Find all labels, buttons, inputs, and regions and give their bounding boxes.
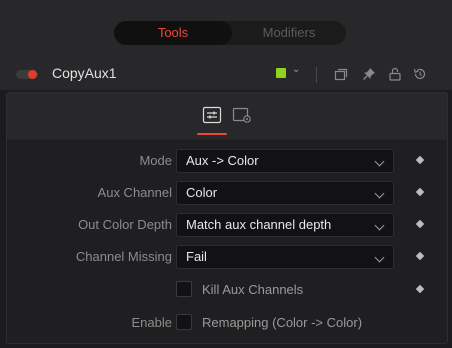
tab-tools[interactable]: Tools xyxy=(114,21,232,45)
aux-channel-dropdown[interactable]: Color xyxy=(176,181,394,205)
enable-remapping-checkbox[interactable] xyxy=(176,314,192,330)
aux-channel-row: Aux Channel Color xyxy=(7,181,447,205)
node-color-swatch[interactable] xyxy=(276,68,286,78)
mode-row: Mode Aux -> Color xyxy=(7,149,447,173)
keyframe-diamond-icon[interactable] xyxy=(415,155,425,165)
aux-channel-value: Color xyxy=(186,185,218,200)
chevron-down-icon xyxy=(374,188,385,199)
node-name: CopyAux1 xyxy=(52,65,117,81)
out-color-depth-dropdown[interactable]: Match aux channel depth xyxy=(176,213,394,237)
keyframe-diamond-icon[interactable] xyxy=(415,284,425,294)
out-color-depth-label: Out Color Depth xyxy=(78,217,172,232)
mode-value: Aux -> Color xyxy=(186,153,259,168)
toolbar: Tools Modifiers xyxy=(0,0,452,58)
controls-tab-icon[interactable] xyxy=(200,103,224,127)
lock-icon[interactable] xyxy=(387,66,403,82)
chevron-down-icon xyxy=(374,252,385,263)
aux-channel-label: Aux Channel xyxy=(97,185,172,200)
channel-missing-label: Channel Missing xyxy=(75,249,172,264)
channel-missing-dropdown[interactable]: Fail xyxy=(176,245,394,269)
out-color-depth-value: Match aux channel depth xyxy=(186,217,332,232)
tab-modifiers[interactable]: Modifiers xyxy=(232,21,346,45)
power-indicator-icon xyxy=(28,70,37,79)
out-color-depth-row: Out Color Depth Match aux channel depth xyxy=(7,213,447,237)
chevron-down-icon xyxy=(374,220,385,231)
inspector-panel: Mode Aux -> Color Aux Channel Color Out … xyxy=(6,92,448,344)
reset-icon[interactable] xyxy=(412,66,428,82)
keyframe-diamond-icon[interactable] xyxy=(415,219,425,229)
channel-missing-row: Channel Missing Fail xyxy=(7,245,447,269)
kill-aux-row: Kill Aux Channels xyxy=(7,278,447,302)
node-header: CopyAux1 ⌄ xyxy=(0,58,452,90)
keyframe-diamond-icon[interactable] xyxy=(415,187,425,197)
enable-row: Enable Remapping (Color -> Color) xyxy=(7,311,447,335)
mode-label: Mode xyxy=(139,153,172,168)
kill-aux-channels-label: Kill Aux Channels xyxy=(202,282,304,297)
active-tab-indicator xyxy=(197,133,227,135)
tools-modifiers-switch: Tools Modifiers xyxy=(114,21,346,45)
settings-tab-icon[interactable] xyxy=(230,103,254,127)
enable-remapping-label: Remapping (Color -> Color) xyxy=(202,315,363,330)
keyframe-diamond-icon[interactable] xyxy=(415,251,425,261)
kill-aux-channels-checkbox[interactable] xyxy=(176,281,192,297)
chevron-down-icon xyxy=(374,156,385,167)
channel-missing-value: Fail xyxy=(186,249,207,264)
panel-tabs xyxy=(7,93,447,140)
mode-dropdown[interactable]: Aux -> Color xyxy=(176,149,394,173)
chevron-down-icon[interactable]: ⌄ xyxy=(292,64,300,75)
pin-icon[interactable] xyxy=(361,66,377,82)
enable-label: Enable xyxy=(131,315,172,330)
stack-icon[interactable] xyxy=(333,66,349,82)
node-enable-toggle[interactable] xyxy=(16,70,38,79)
divider xyxy=(316,67,317,83)
